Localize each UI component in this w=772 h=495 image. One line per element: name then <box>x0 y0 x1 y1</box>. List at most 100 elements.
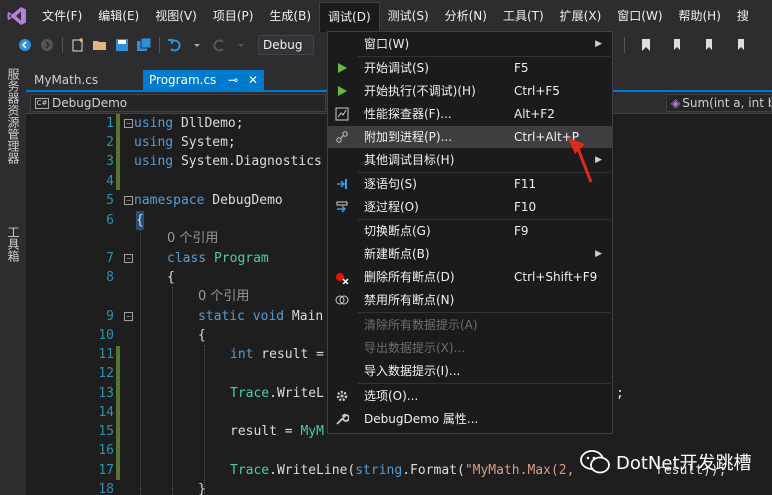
code-line-11: int result = <box>230 345 324 364</box>
menu-item-shortcut: F11 <box>514 177 537 191</box>
bookmark-icon[interactable] <box>635 34 657 56</box>
redo-icon[interactable] <box>208 34 230 56</box>
tab-mymath[interactable]: MyMath.cs <box>28 70 104 90</box>
debug-menu-project-properties[interactable]: DebugDemo 属性... <box>328 408 612 430</box>
menu-test[interactable]: 测试(S) <box>380 0 437 32</box>
server-explorer-tab[interactable]: 服务器资源管理器 <box>4 68 22 164</box>
toolbox-tab[interactable]: 工具箱 <box>4 226 22 262</box>
menu-item-shortcut: Ctrl+F5 <box>514 84 560 98</box>
menu-item-label: 新建断点(B) <box>364 247 430 261</box>
line-number: 3 <box>106 154 114 169</box>
step-over-icon <box>334 199 350 215</box>
line-number: 8 <box>106 270 114 285</box>
menu-tools[interactable]: 工具(T) <box>495 0 552 32</box>
fold-toggle[interactable]: − <box>124 254 133 263</box>
line-number: 9 <box>106 309 114 324</box>
disable-breakpoints-icon <box>334 292 350 308</box>
reference-count[interactable]: 0 个引用 <box>198 287 249 306</box>
menu-view[interactable]: 视图(V) <box>147 0 205 32</box>
dropdown-arrow-icon[interactable] <box>230 34 252 56</box>
project-name: DebugDemo <box>52 96 128 110</box>
close-icon[interactable]: ✕ <box>248 73 258 87</box>
dropdown-arrow-icon[interactable] <box>186 34 208 56</box>
code-line-1: using DllDemo; <box>134 114 244 133</box>
step-into-icon <box>334 176 350 192</box>
debug-menu-start-debugging[interactable]: 开始调试(S) F5 <box>328 57 612 79</box>
line-number: 4 <box>106 174 114 189</box>
type-name: Program <box>206 251 269 266</box>
member-navigation-select[interactable]: ◈ Sum(int a, int b) <box>666 94 772 112</box>
menu-item-label: DebugDemo 属性... <box>364 412 479 426</box>
undo-icon[interactable] <box>164 34 186 56</box>
string-literal: "MyMath.Max(2, <box>464 463 575 478</box>
menu-item-label: 窗口(W) <box>364 37 410 51</box>
menu-debug[interactable]: 调试(D) <box>319 2 380 32</box>
code-line-8: { <box>167 270 175 285</box>
keyword: using <box>134 154 174 169</box>
menu-build[interactable]: 生成(B) <box>261 0 319 32</box>
indent-guide <box>140 229 141 495</box>
indent-guide <box>172 287 173 495</box>
debug-menu-start-without-debugging[interactable]: 开始执行(不调试)(H) Ctrl+F5 <box>328 80 612 102</box>
keyword: using <box>134 116 174 131</box>
code-line-13-tail: ; <box>616 386 624 401</box>
reference-count[interactable]: 0 个引用 <box>167 229 218 248</box>
search-box[interactable]: 搜 <box>729 0 757 32</box>
bookmark-prev-icon[interactable] <box>667 34 689 56</box>
menu-bar: 文件(F) 编辑(E) 视图(V) 项目(P) 生成(B) 调试(D) 测试(S… <box>0 0 772 32</box>
menu-item-label: 开始调试(S) <box>364 61 429 75</box>
debug-menu-performance-profiler[interactable]: 性能探查器(F)... Alt+F2 <box>328 103 612 125</box>
debug-menu-import-datatips[interactable]: 导入数据提示(I)... <box>328 360 612 382</box>
code-line-13: Trace.WriteL <box>230 384 324 403</box>
menu-item-shortcut: Alt+F2 <box>514 107 555 121</box>
visual-studio-logo-icon[interactable] <box>0 0 34 32</box>
back-icon[interactable] <box>14 34 36 56</box>
line-number: 17 <box>98 463 114 478</box>
forward-icon[interactable] <box>36 34 58 56</box>
keyword: class <box>167 251 207 266</box>
menu-analyze[interactable]: 分析(N) <box>437 0 495 32</box>
menu-file[interactable]: 文件(F) <box>34 0 90 32</box>
submenu-arrow-icon: ▶ <box>595 39 602 49</box>
fold-toggle[interactable]: − <box>124 312 133 321</box>
debug-menu-step-over[interactable]: 逐过程(O) F10 <box>328 196 612 218</box>
bookmark-next-icon[interactable] <box>699 34 721 56</box>
code-text: result = <box>230 424 301 439</box>
line-number: 10 <box>98 328 114 343</box>
menu-edit[interactable]: 编辑(E) <box>90 0 147 32</box>
debug-menu-windows[interactable]: 窗口(W) ▶ <box>328 33 612 55</box>
watermark: DotNet开发跳槽 <box>580 446 752 478</box>
code-line-17: Trace.WriteLine(string.Format("MyMath.Ma… <box>230 461 574 480</box>
line-number: 1 <box>106 116 114 131</box>
menu-item-label: 选项(O)... <box>364 389 419 403</box>
fold-toggle[interactable]: − <box>124 196 133 205</box>
menu-extensions[interactable]: 扩展(X) <box>552 0 610 32</box>
tab-program[interactable]: Program.cs ⊸ ✕ <box>143 70 265 90</box>
fold-toggle[interactable]: − <box>124 119 133 128</box>
pin-icon[interactable]: ⊸ <box>228 73 238 87</box>
new-project-icon[interactable] <box>67 34 89 56</box>
save-icon[interactable] <box>111 34 133 56</box>
open-folder-icon[interactable] <box>89 34 111 56</box>
change-marker <box>116 114 120 190</box>
line-number: 6 <box>106 213 114 228</box>
debug-menu-toggle-breakpoint[interactable]: 切换断点(G) F9 <box>328 220 612 242</box>
debug-menu-disable-all-breakpoints[interactable]: 禁用所有断点(N) <box>328 289 612 311</box>
debug-menu-new-breakpoint[interactable]: 新建断点(B) ▶ <box>328 243 612 265</box>
code-line-9: static void Main <box>198 307 323 326</box>
code-line-5: namespace DebugDemo <box>134 191 283 210</box>
menu-help[interactable]: 帮助(H) <box>671 0 729 32</box>
menu-project[interactable]: 项目(P) <box>205 0 262 32</box>
solution-configuration-select[interactable]: Debug <box>258 35 314 55</box>
bookmark-clear-icon[interactable] <box>731 34 753 56</box>
code-text: .Format( <box>402 463 465 478</box>
keyword: static void <box>198 309 285 324</box>
toolbar-right <box>620 34 772 56</box>
project-navigation-select[interactable]: C# DebugDemo <box>30 94 326 112</box>
save-all-icon[interactable] <box>133 34 155 56</box>
debug-menu-delete-all-breakpoints[interactable]: 删除所有断点(D) Ctrl+Shift+F9 <box>328 266 612 288</box>
debug-menu-options[interactable]: 选项(O)... <box>328 385 612 407</box>
menu-item-label: 导出数据提示(X)... <box>364 341 466 355</box>
menu-window[interactable]: 窗口(W) <box>609 0 670 32</box>
code-text: System.Diagnostics <box>173 154 322 169</box>
